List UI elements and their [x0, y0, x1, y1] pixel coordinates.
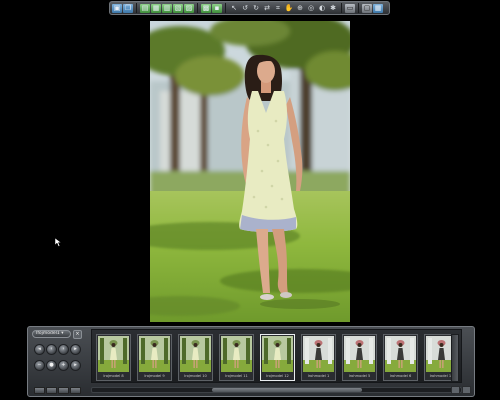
last-icon[interactable]: ▸ [70, 344, 81, 355]
zoom-out-icon[interactable]: − [34, 360, 45, 371]
window-icon[interactable]: ▢ [362, 3, 372, 13]
thumbnail[interactable]: Irohmodel 1 [301, 334, 336, 381]
toolbar-separator [358, 3, 359, 13]
thumbnail-label: Irojmodel 12 [266, 374, 289, 378]
thumbnail-image [98, 336, 129, 372]
thumbnail-label: Irohmodel 5 [348, 374, 371, 378]
first-icon[interactable]: ◂ [34, 344, 45, 355]
thumbnail-label: Irojmodel 10 [184, 374, 207, 378]
toolbar-separator [197, 3, 198, 13]
paste-icon[interactable]: ▪ [212, 3, 222, 13]
filmstrip-panel: Ifojmodel1 ▾ × ◂ ‹ › ▸ − ● + ▸ Irohmodel 11 Iroh… [27, 326, 475, 397]
color-icon[interactable]: ◐ [317, 4, 327, 13]
stack-icon[interactable]: ❐ [123, 3, 133, 13]
thumbnail-image [303, 336, 334, 372]
stop-icon[interactable]: ● [46, 360, 57, 371]
small-button-4[interactable] [70, 387, 81, 394]
zoom-icon[interactable]: ⊕ [295, 4, 305, 13]
fullscreen-icon[interactable]: ▭ [345, 3, 355, 13]
mouse-cursor-icon [55, 238, 62, 247]
thumbnail-image [385, 336, 416, 372]
crop-icon[interactable]: ⌗ [273, 4, 283, 13]
thumbnail[interactable]: Irohmodel 6 [383, 334, 418, 381]
scrollbar-thumb[interactable] [212, 388, 362, 392]
thumbnail[interactable]: Irohmodel 5 [342, 334, 377, 381]
close-icon[interactable]: × [73, 330, 82, 339]
circle-icon[interactable]: ◎ [306, 4, 316, 13]
prev-icon[interactable]: ‹ [46, 344, 57, 355]
toolbar-separator [136, 3, 137, 13]
thumbnail-label: Irojmodel 9 [144, 374, 165, 378]
pointer-icon[interactable]: ↖ [229, 4, 239, 13]
thumbnail-label: Irohmodel 6 [389, 374, 412, 378]
export-icon[interactable]: ▨ [184, 3, 194, 13]
flip-icon[interactable]: ⇄ [262, 4, 272, 13]
small-button-1[interactable] [34, 387, 45, 394]
monitor-icon[interactable]: ▣ [112, 3, 122, 13]
grid-icon[interactable]: ▦ [373, 3, 383, 13]
main-toolbar: ▣ ❐ ▤ ▦ ▥ ▧ ▨ ▩ ▪ ↖ ↺ ↻ ⇄ ⌗ ✋ ⊕ ◎ ◐ ✱ ▭ ▢ ▦ [109, 1, 390, 15]
thumbnail[interactable]: Irojmodel 10 [178, 334, 213, 381]
save-icon[interactable]: ▧ [173, 3, 183, 13]
thumbnail[interactable]: Irojmodel 11 [219, 334, 254, 381]
photo-woman-in-dress [150, 21, 350, 322]
settings-icon[interactable]: ✱ [328, 4, 338, 13]
thumbnail-label: Irohmodel 1 [307, 374, 330, 378]
panel-corner-controls [451, 386, 471, 394]
thumbnail-image [262, 336, 293, 372]
image-icon[interactable]: ▦ [151, 3, 161, 13]
toolbar-separator [225, 3, 226, 13]
folder-dropdown[interactable]: Ifojmodel1 ▾ [32, 330, 71, 338]
panel-settings-icon[interactable] [462, 386, 471, 394]
filmstrip-navigation: Ifojmodel1 ▾ × ◂ ‹ › ▸ − ● + ▸ [32, 330, 88, 394]
small-button-2[interactable] [46, 387, 57, 394]
thumbnail-image [139, 336, 170, 372]
copy-icon[interactable]: ▩ [201, 3, 211, 13]
thumbnail-label: Irojmodel 11 [225, 374, 248, 378]
thumbnail[interactable]: Irojmodel 8 [96, 334, 131, 381]
main-photo-view[interactable] [150, 21, 350, 322]
hand-icon[interactable]: ✋ [284, 4, 294, 13]
toolbar-separator [341, 3, 342, 13]
next-icon[interactable]: › [58, 344, 69, 355]
rotate-right-icon[interactable]: ↻ [251, 4, 261, 13]
thumbnail-strip: Irohmodel 11 Irohmodel 6 Irohmodel 5 Irohmo… [91, 329, 462, 383]
strip-scroll-handle[interactable] [451, 334, 459, 382]
thumbnail-image [221, 336, 252, 372]
thumbnail-image [180, 336, 211, 372]
thumbnail[interactable]: Irojmodel 12 [260, 334, 295, 381]
folder-open-icon[interactable]: ▤ [140, 3, 150, 13]
rotate-left-icon[interactable]: ↺ [240, 4, 250, 13]
zoom-in-icon[interactable]: + [58, 360, 69, 371]
view-mode-icon[interactable] [451, 386, 460, 394]
thumbnail[interactable]: Irojmodel 9 [137, 334, 172, 381]
thumbnail-label: Irojmodel 8 [103, 374, 124, 378]
small-button-3[interactable] [58, 387, 69, 394]
folder-icon[interactable]: ▥ [162, 3, 172, 13]
play-icon[interactable]: ▸ [70, 360, 81, 371]
thumbnail-image [344, 336, 375, 372]
filmstrip-scrollbar[interactable] [91, 387, 462, 393]
